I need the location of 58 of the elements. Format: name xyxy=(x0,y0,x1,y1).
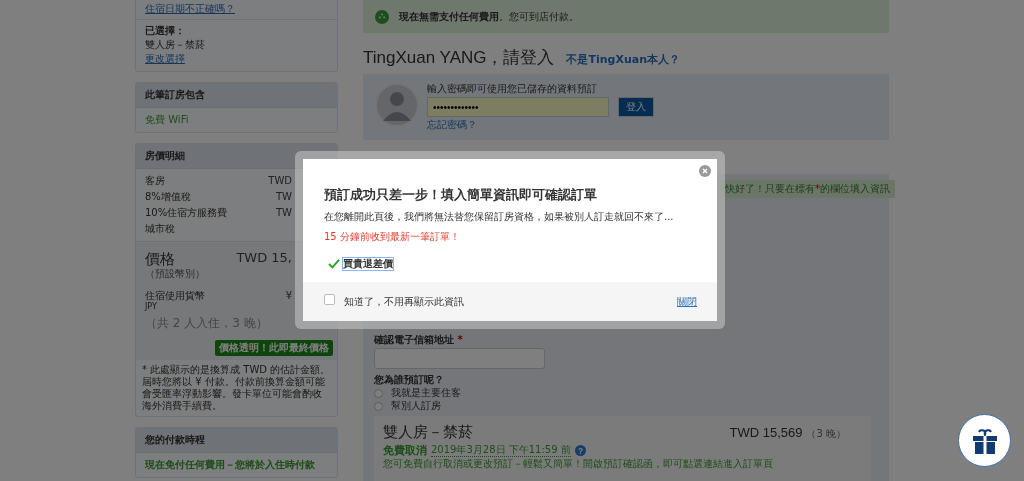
price-label: 客房 xyxy=(145,175,165,187)
currency-amount: ¥ xyxy=(285,290,292,302)
dont-show-label: 知道了，不用再顯示此資訊 xyxy=(344,295,465,308)
card-header: 此筆訂房包含 xyxy=(136,83,337,108)
price-guarantee-text: 買貴退差價 xyxy=(343,257,393,270)
modal-message: 在您離開此頁後，我們將無法替您保留訂房資格，如果被別人訂走就回不來了... xyxy=(324,210,675,223)
currency-code: JPY xyxy=(145,302,158,312)
login-button[interactable]: 登入 xyxy=(618,97,654,118)
change-link[interactable]: 更改選擇 xyxy=(145,53,328,65)
recent-booking-message: 15 分鐘前收到最新一筆訂單！ xyxy=(324,230,461,243)
cancel-description: 您可免費自行取消或更改預訂－輕鬆又簡單！開啟預訂確認函，即可點選連結進入訂單頁 xyxy=(383,457,774,470)
card-header: 您的付款時程 xyxy=(136,428,337,453)
gift-button[interactable] xyxy=(958,414,1011,467)
price-label: 8%增值稅 xyxy=(145,191,191,203)
selected-room: 雙人房－禁菸 xyxy=(145,39,206,51)
radio-label: 幫別人訂房 xyxy=(391,400,441,413)
price-amount: TWD xyxy=(268,175,292,187)
radio-button[interactable] xyxy=(374,401,383,411)
forgot-password-link[interactable]: 忘記密碼？ xyxy=(427,119,654,132)
email-confirm-label: 確認電子信箱地址 * xyxy=(374,334,464,347)
badge-icon xyxy=(375,9,389,24)
checkbox[interactable] xyxy=(324,294,335,305)
total-label: 價格 xyxy=(145,250,175,268)
card-header: 房價明細 xyxy=(136,144,337,169)
free-cancel-label: 免費取消 xyxy=(383,444,427,458)
email-confirm-field[interactable] xyxy=(374,348,545,370)
total-amount: TWD 15, xyxy=(236,250,292,267)
radio-button[interactable] xyxy=(374,388,383,398)
login-heading: TingXuan YANG，請登入 xyxy=(363,48,555,69)
modal-title: 預訂成功只差一步！填入簡單資訊即可確認訂單 xyxy=(324,187,598,203)
close-link[interactable]: 關閉 xyxy=(677,295,697,308)
final-price-badge: 價格透明！此即最終價格 xyxy=(215,340,333,356)
password-field[interactable]: ••••••••••••• xyxy=(427,97,609,118)
cancel-deadline: 2019年3月28日 下午11:59 前 xyxy=(431,444,571,458)
payment-text: 現在免付任何費用－您將於入住時付款 xyxy=(145,459,316,471)
required-fields-notice: 快好了！只要在標有*的欄位填入資訊 xyxy=(720,180,895,199)
radio-label: 我就是主要住客 xyxy=(391,387,461,400)
price-amount: TW xyxy=(276,191,292,203)
currency-disclaimer: * 此處顯示的是換算成 TWD 的估計金額。屆時您將以 ¥ 付款。付款前換算金額可能會受匯率浮動影響。發卡單位可能會酌收海外消費手續費。 xyxy=(141,363,332,413)
date-link[interactable]: 住宿日期不正確嗎？ xyxy=(145,3,328,15)
nights-text: （3 晚） xyxy=(806,428,846,441)
banner-text: 現在無需支付任何費用。您可到店付款。 xyxy=(399,10,579,23)
room-name: 雙人房－禁菸 xyxy=(383,423,474,442)
close-icon[interactable] xyxy=(699,165,711,177)
selected-label: 已選擇： xyxy=(145,25,186,37)
login-prompt: 輸入密碼即可使用您已儲存的資料預訂 xyxy=(427,83,598,96)
help-icon[interactable]: ? xyxy=(574,445,586,457)
currency-label: 住宿使用貨幣 xyxy=(145,290,205,302)
included-item: 免費 WiFi xyxy=(145,114,190,126)
price-label: 城市稅 xyxy=(145,223,175,235)
not-you-link[interactable]: 不是TingXuan本人？ xyxy=(566,53,681,67)
booking-for-question: 您為誰預訂呢？ xyxy=(374,374,445,387)
checkmark-icon xyxy=(328,258,340,269)
avatar-icon xyxy=(375,83,419,128)
default-currency-note: （預設幣別） xyxy=(145,268,206,280)
price-amount: TW xyxy=(276,207,292,219)
room-price: TWD 15,569 xyxy=(729,425,803,441)
price-label: 10%住宿方服務費 xyxy=(145,207,228,219)
